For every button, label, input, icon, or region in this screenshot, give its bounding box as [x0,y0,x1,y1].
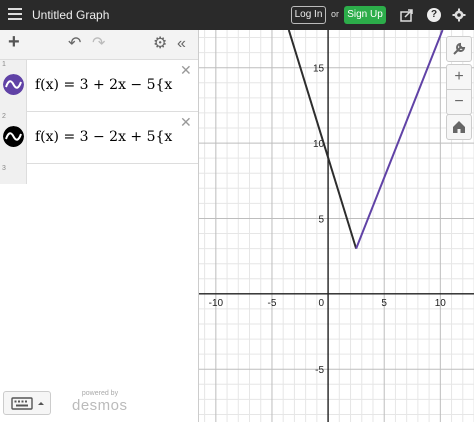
undo-button[interactable]: ↶ [68,36,81,52]
zoom-in-button[interactable]: + [446,64,472,90]
x-tick-label: -10 [209,298,224,309]
help-icon[interactable]: ? [427,8,441,22]
graph-settings-button[interactable] [446,36,472,62]
zoom-out-button[interactable]: − [446,89,472,115]
expression-row-1[interactable]: 1 f(x) = 3 + 2x − 5{x ≥ ✕ [0,60,198,112]
add-expression-button[interactable]: + [8,32,20,52]
settings-gear-icon[interactable] [452,8,466,22]
delete-expression-icon[interactable]: ✕ [180,114,192,131]
y-tick-label: 5 [319,214,325,225]
signup-button[interactable]: Sign Up [344,6,386,24]
powered-by-label: powered by [81,390,119,397]
expression-math[interactable]: f(x) = 3 − 2x + 5{x < [35,129,175,145]
x-tick-label: 10 [435,298,447,309]
expression-tab[interactable]: 1 [0,60,27,112]
graph-title[interactable]: Untitled Graph [32,8,109,22]
keyboard-toggle-button[interactable] [3,391,51,415]
x-tick-label: 0 [319,298,325,309]
y-tick-label: -5 [315,365,324,376]
graph-curve-2 [355,30,444,249]
expression-number: 1 [2,61,6,68]
expression-math[interactable]: f(x) = 3 + 2x − 5{x ≥ [35,77,175,93]
graph-color-icon[interactable] [3,74,24,95]
delete-expression-icon[interactable]: ✕ [180,62,192,79]
graph-color-icon[interactable] [3,126,24,147]
or-label: or [331,9,340,19]
expression-row-3[interactable]: 3 [0,164,198,184]
edit-settings-button[interactable]: ⚙ [153,36,167,52]
graph-paper[interactable]: -10 -5 0 5 10 15 10 5 -5 [199,30,474,422]
top-bar: Untitled Graph Log In or Sign Up ? [0,0,474,30]
expression-tab[interactable]: 3 [0,164,27,184]
login-button[interactable]: Log In [291,6,326,24]
wrench-icon [453,42,466,55]
default-viewport-button[interactable] [446,114,472,140]
menu-icon[interactable] [8,8,22,20]
graph-canvas[interactable]: -10 -5 0 5 1015105-5 [199,30,474,422]
home-icon [453,121,465,133]
desmos-logo[interactable]: desmos [72,397,128,414]
collapse-panel-button[interactable]: « [177,36,186,52]
keyboard-icon [11,397,44,410]
y-tick-label: 15 [313,64,325,75]
expression-toolbar: + ↶ ↷ ⚙ « [0,30,198,60]
expression-number: 2 [2,113,6,120]
redo-button[interactable]: ↷ [92,36,105,52]
expression-tab[interactable]: 2 [0,112,27,164]
x-tick-label: -5 [268,298,277,309]
expression-number: 3 [2,165,6,172]
share-icon[interactable] [400,8,414,22]
expression-panel: + ↶ ↷ ⚙ « 1 f(x) = 3 + 2x − 5{x ≥ ✕ 2 f(… [0,30,199,422]
x-tick-label: 5 [381,298,387,309]
expression-row-2[interactable]: 2 f(x) = 3 − 2x + 5{x < ✕ [0,112,198,164]
